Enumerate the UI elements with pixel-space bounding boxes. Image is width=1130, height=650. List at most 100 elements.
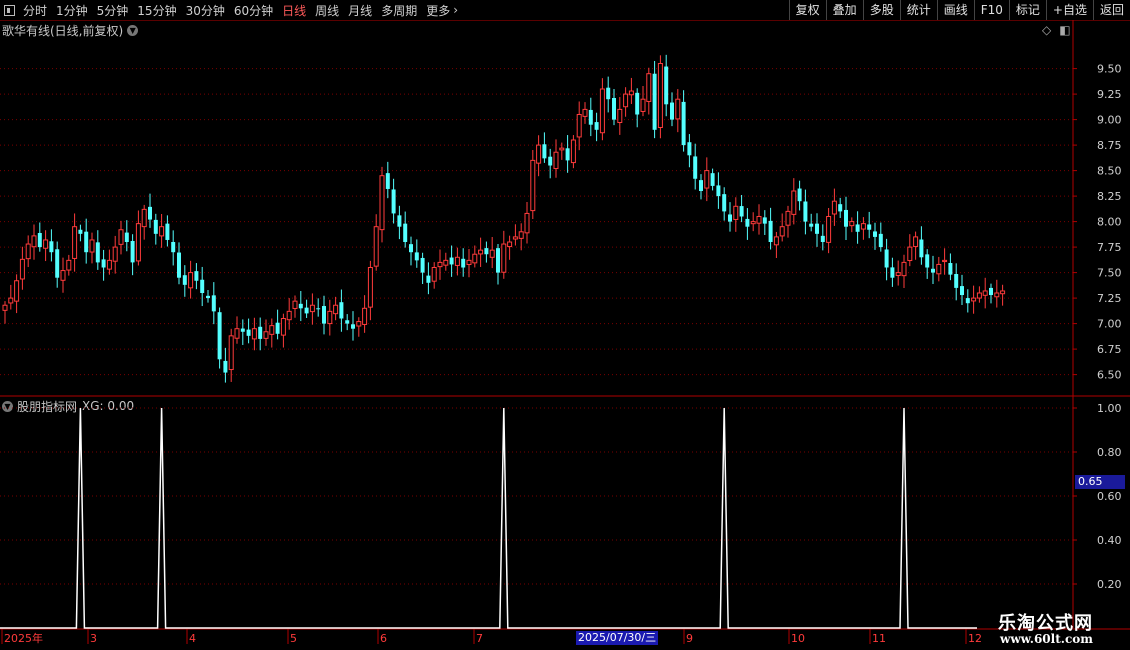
- candle-body-down: [745, 218, 750, 227]
- candle-body-up: [356, 321, 362, 327]
- candle-body-down: [322, 306, 326, 324]
- candle-body-up: [280, 318, 286, 336]
- price-tick-label: 8.00: [1097, 216, 1122, 229]
- candle-body-down: [687, 142, 692, 156]
- price-tick-label: 7.25: [1097, 292, 1122, 305]
- candle-body-down: [728, 214, 732, 222]
- candle-body-down: [385, 173, 390, 189]
- candle-body-down: [925, 254, 930, 268]
- candle-body-up: [576, 114, 582, 138]
- candle-body-down: [124, 232, 129, 242]
- candle-body-up: [623, 93, 629, 108]
- x-axis-label: 4: [189, 632, 196, 645]
- price-tick-label: 6.50: [1097, 369, 1122, 382]
- candle-body-up: [309, 304, 315, 313]
- candle-body-up: [31, 235, 37, 248]
- candle-body-down: [171, 241, 176, 253]
- candle-body-down: [391, 189, 396, 214]
- candle-body-down: [351, 324, 355, 329]
- candle-body-down: [339, 302, 344, 319]
- price-tick-label: 9.00: [1097, 114, 1122, 127]
- candle-body-up: [530, 159, 536, 212]
- candle-body-up: [750, 221, 756, 225]
- candle-body-up: [292, 300, 298, 309]
- candle-body-up: [118, 229, 124, 245]
- candle-body-down: [670, 102, 674, 120]
- candle-body-up: [936, 263, 942, 275]
- indicator-tick-label: 0.20: [1097, 578, 1122, 591]
- candle-body-down: [194, 271, 199, 281]
- candle-body-down: [397, 215, 402, 227]
- candle-body-down: [298, 303, 303, 309]
- x-axis-label: 6: [380, 632, 387, 645]
- candle-body-down: [95, 242, 100, 263]
- candle-body-down: [49, 241, 54, 253]
- candle-body-up: [112, 246, 118, 262]
- price-tick-label: 6.75: [1097, 343, 1122, 356]
- candle-body-down: [548, 156, 553, 166]
- candle-body-down: [809, 223, 814, 227]
- candle-body-up: [66, 259, 72, 271]
- candle-body-up: [443, 259, 449, 266]
- candle-body-down: [206, 295, 210, 299]
- candle-body-down: [768, 220, 773, 242]
- candle-body-down: [838, 204, 843, 212]
- candle-body-down: [762, 217, 767, 224]
- candle-body-down: [420, 257, 425, 273]
- candle-body-down: [78, 229, 83, 234]
- price-tick-label: 7.00: [1097, 318, 1122, 331]
- x-axis-label: 10: [791, 632, 805, 645]
- indicator-tick-label: 0.60: [1097, 490, 1122, 503]
- candle-body-down: [739, 206, 744, 217]
- candle-body-down: [484, 248, 489, 255]
- indicator-tick-label: 0.40: [1097, 534, 1122, 547]
- candle-body-down: [681, 101, 686, 146]
- candle-body-up: [362, 307, 368, 325]
- candle-body-down: [101, 259, 106, 268]
- candle-body-up: [570, 139, 576, 164]
- candle-body-down: [130, 240, 135, 263]
- candle-body-up: [501, 243, 507, 273]
- candle-body-down: [304, 307, 309, 314]
- candle-body-down: [954, 274, 959, 288]
- candle-body-up: [367, 267, 373, 308]
- candle-body-down: [275, 322, 280, 334]
- candle-body-down: [403, 223, 408, 242]
- candle-body-up: [849, 221, 855, 227]
- candle-body-down: [815, 223, 819, 234]
- candle-body-down: [652, 73, 657, 130]
- candle-body-up: [756, 216, 762, 224]
- candle-body-down: [84, 231, 89, 253]
- candle-body-down: [588, 109, 593, 125]
- candle-body-down: [606, 87, 611, 100]
- price-tick-label: 8.75: [1097, 139, 1122, 152]
- indicator-tick-label: 1.00: [1097, 402, 1122, 415]
- candle-body-up: [512, 236, 518, 240]
- candle-body-up: [286, 310, 292, 321]
- candle-body-down: [890, 267, 895, 278]
- candle-body-down: [693, 156, 698, 179]
- candle-body-up: [646, 73, 652, 102]
- candle-body-up: [994, 292, 1000, 298]
- candle-body-up: [14, 280, 20, 302]
- candle-body-down: [240, 328, 245, 332]
- candle-body-up: [263, 331, 269, 339]
- price-tick-label: 7.75: [1097, 241, 1122, 254]
- candle-body-down: [182, 275, 187, 285]
- current-value-badge: 0.65: [1075, 475, 1125, 489]
- candle-body-up: [188, 272, 194, 289]
- candle-body-down: [797, 188, 802, 202]
- kline-chart[interactable]: 9.50 9.25 9.00 8.75 8.50 8.25 8.00 7.75 7.50 7.25…: [0, 0, 1130, 650]
- candle-body-up: [25, 243, 31, 260]
- candle-body-up: [582, 108, 588, 117]
- candle-body-down: [844, 209, 848, 227]
- candle-body-up: [913, 236, 919, 248]
- candle-body-up: [228, 335, 234, 371]
- candle-body-down: [867, 224, 872, 230]
- x-axis-label: 7: [476, 632, 483, 645]
- candle-body-down: [426, 275, 431, 283]
- candle-body-up: [524, 212, 530, 234]
- candle-body-up: [785, 210, 791, 226]
- candle-body-down: [960, 286, 964, 296]
- x-axis-label: 9: [686, 632, 693, 645]
